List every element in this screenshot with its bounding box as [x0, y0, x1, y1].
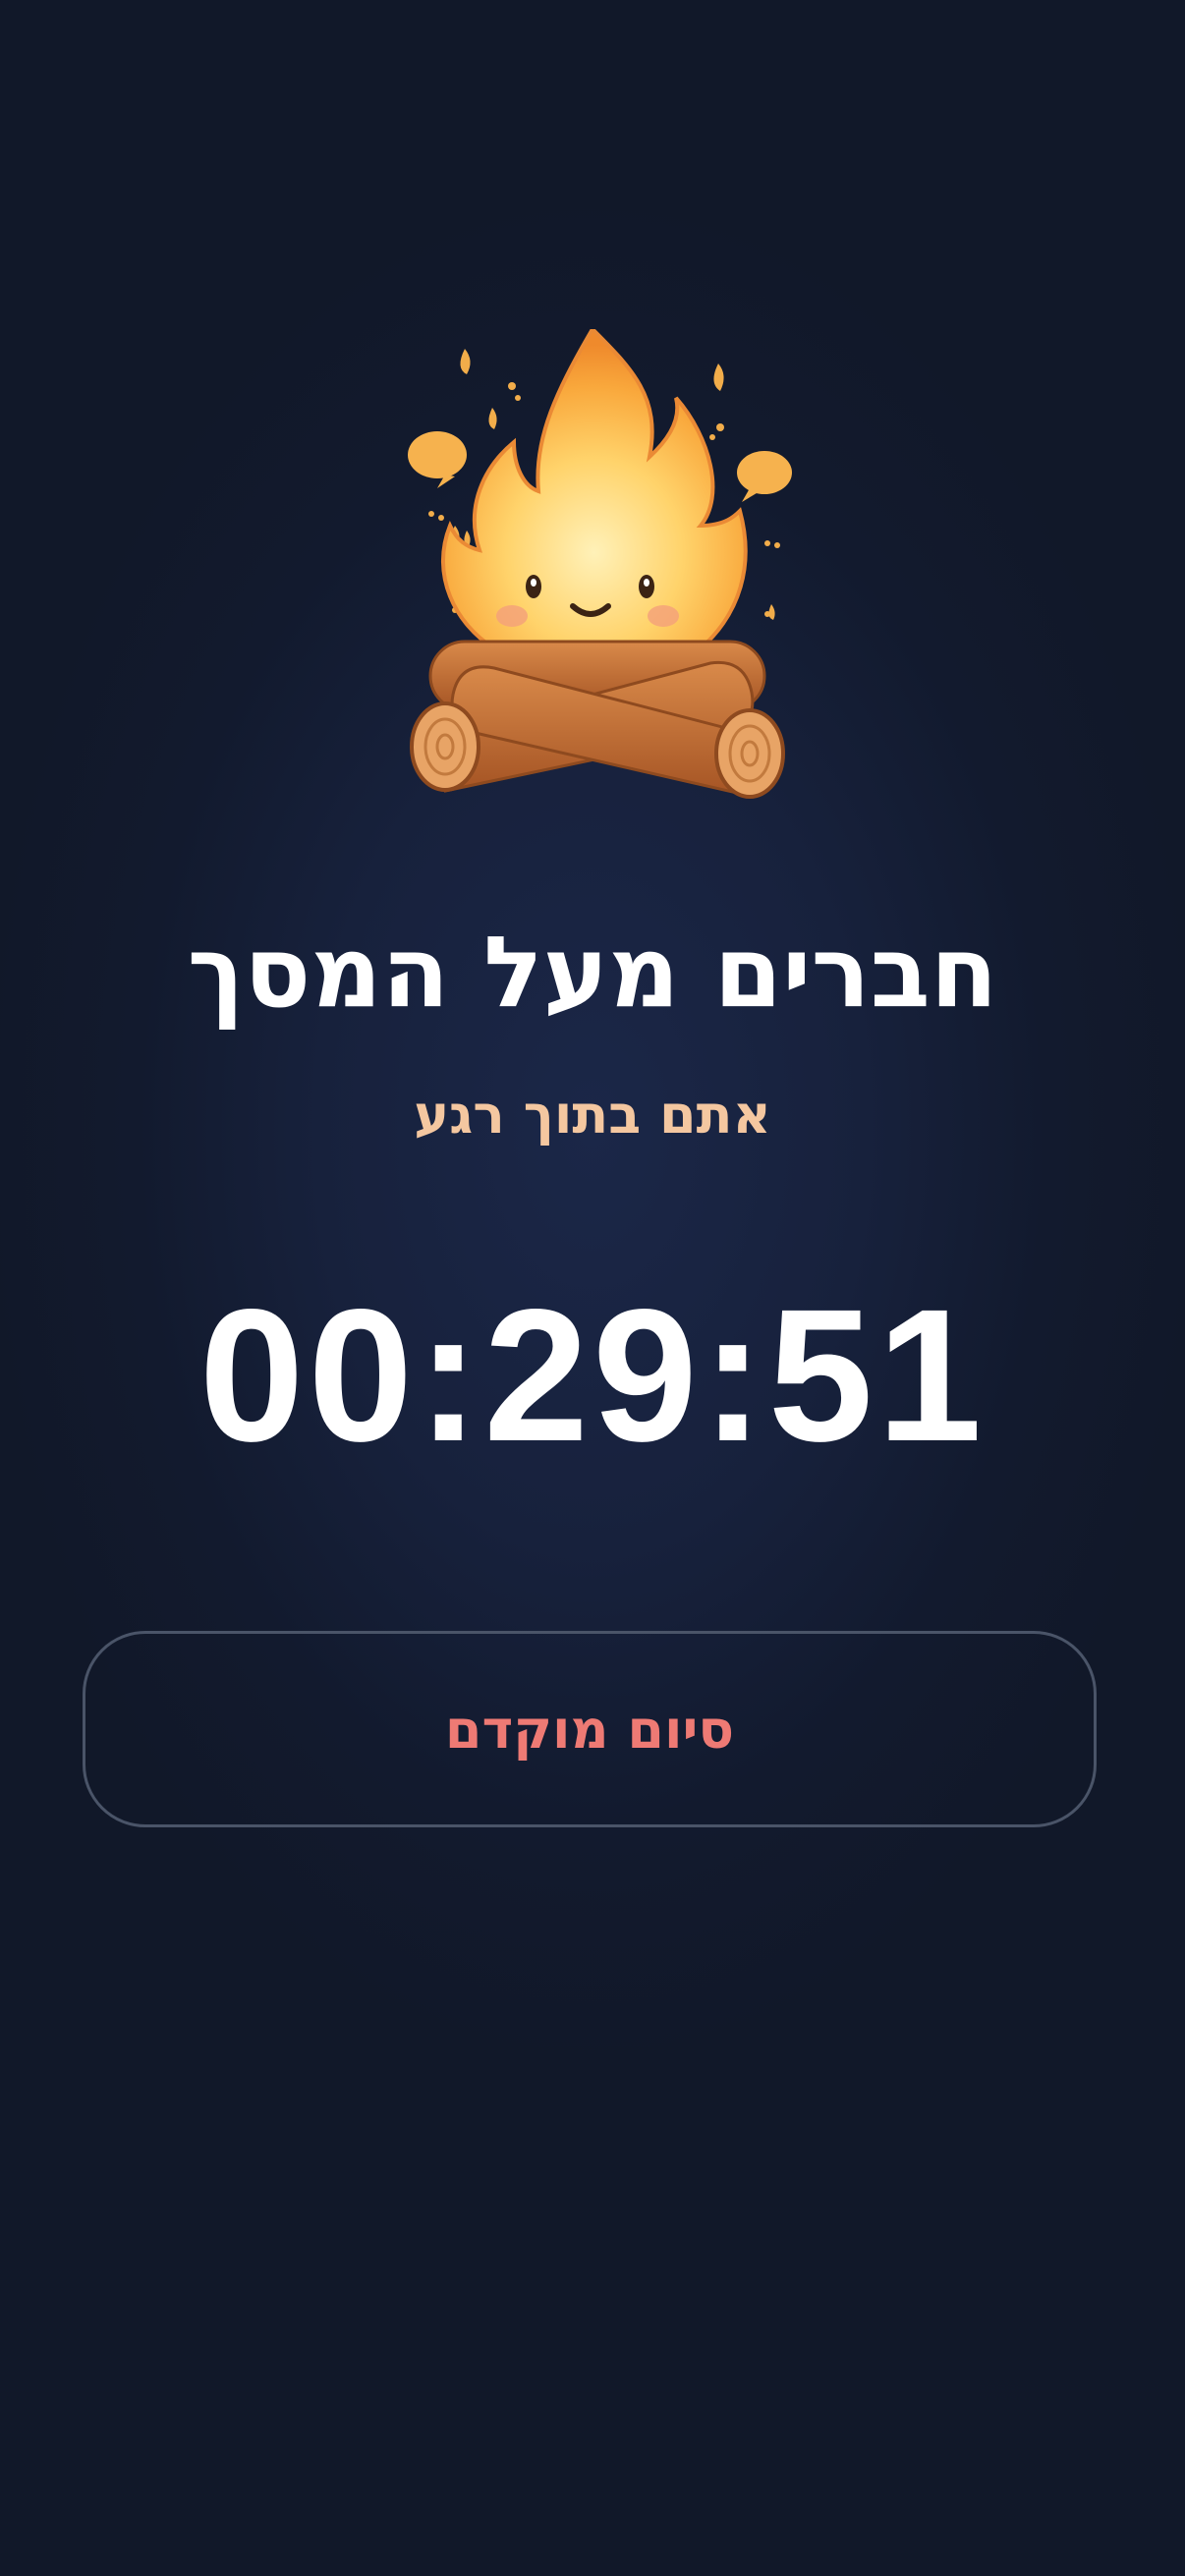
end-early-button-label: סיום מוקדם — [444, 1698, 735, 1761]
countdown-timer: 00:29:51 — [198, 1269, 987, 1481]
session-screen: חברים מעל המסך אתם בתוך רגע 00:29:51 סיו… — [0, 0, 1185, 2576]
status-subtitle: אתם בתוך רגע — [414, 1084, 771, 1146]
page-title: חברים מעל המסך — [187, 915, 998, 1030]
end-early-button[interactable]: סיום מוקדם — [83, 1631, 1097, 1827]
campfire-icon — [386, 329, 799, 801]
